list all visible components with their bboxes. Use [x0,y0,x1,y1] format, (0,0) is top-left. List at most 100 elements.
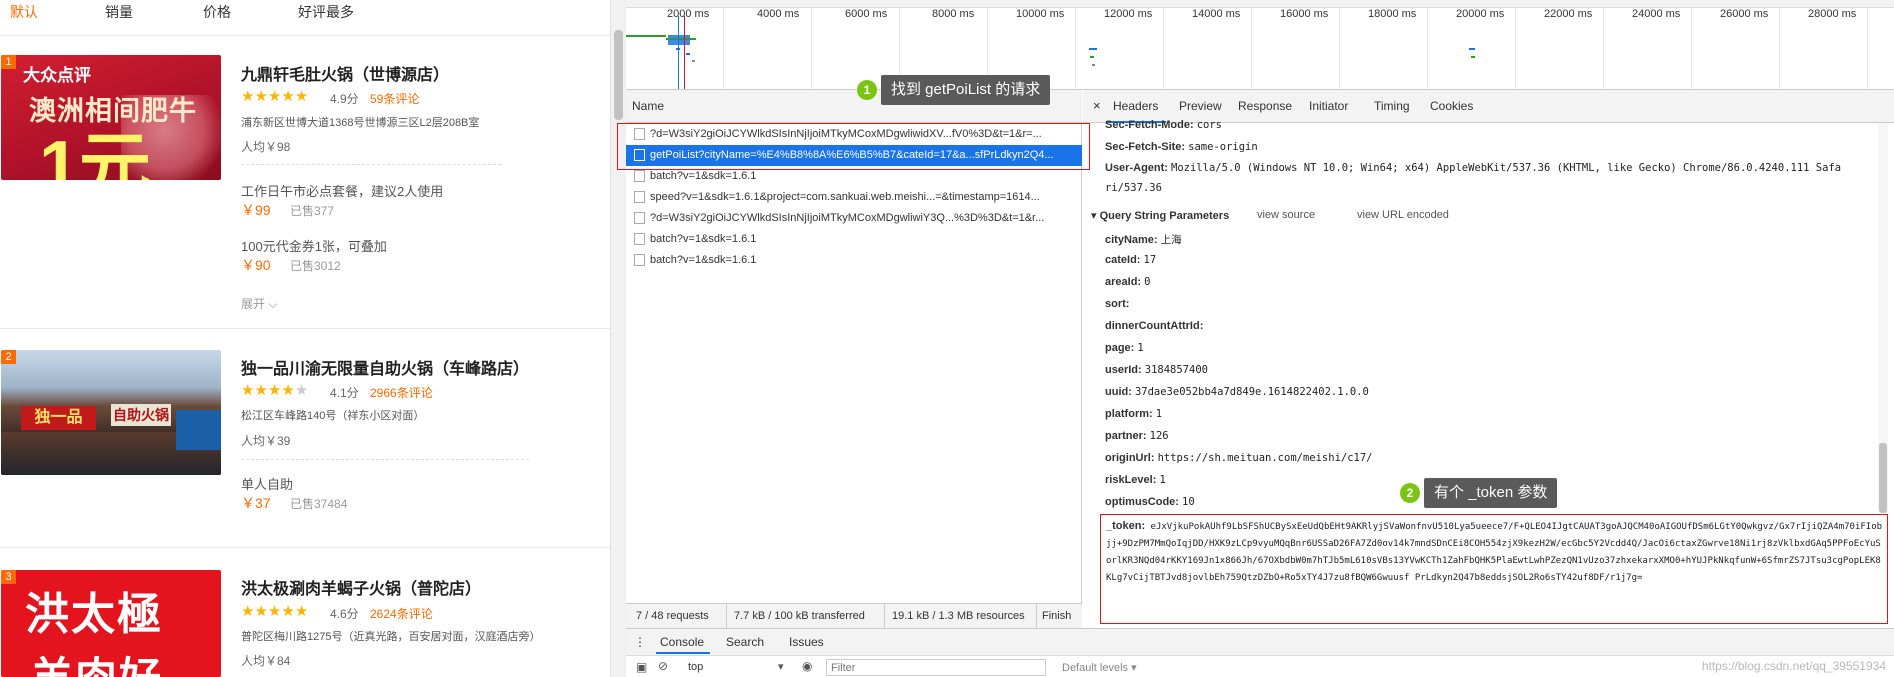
query-string-section[interactable]: ▾ Query String Parameters [1091,209,1229,222]
shop-address: 浦东新区世博大道1368号世博源三区L2层208B室 [241,117,480,129]
context-select[interactable]: top [688,661,703,673]
context-dropdown-icon[interactable]: ▾ [778,660,784,673]
thumb-headline: 洪太極 [25,590,163,639]
deal-title[interactable]: 单人自助 [241,474,293,493]
review-count[interactable]: 2624条评论 [370,605,433,622]
request-row[interactable]: batch?v=1&sdk=1.6.1 [626,229,1082,250]
watermark-text: https://blog.csdn.net/qq_39551934 [1701,659,1886,673]
status-transferred: 7.7 kB / 100 kB transferred [734,610,865,622]
param-line: areaId: 0 [1105,276,1151,288]
param-line: optimusCode: 10 [1105,496,1195,508]
devtools-panel: 2000 ms 4000 ms 6000 ms 8000 ms 10000 ms… [626,0,1894,677]
star-empty-icon: ★ [294,382,309,399]
param-line: riskLevel: 1 [1105,474,1166,486]
sidebar-toggle-icon[interactable]: ▣ [636,660,647,674]
rank-badge: 3 [1,570,16,584]
shop-thumbnail[interactable]: 2 独一品 自助火锅 [1,350,221,475]
star-icon: ★ [241,382,255,399]
sort-sales[interactable]: 销量 [105,2,133,22]
timeline-tick: 2000 ms [667,8,710,20]
shop-score: 4.9分 [330,92,359,106]
details-scrollbar[interactable] [1878,123,1888,513]
tab-preview[interactable]: Preview [1179,99,1222,113]
tab-response[interactable]: Response [1238,99,1292,113]
divider [241,459,529,460]
tab-cookies[interactable]: Cookies [1430,99,1473,113]
request-icon [634,191,645,203]
drawer-menu-icon[interactable]: ⋮ [634,635,646,649]
network-timeline[interactable]: 2000 ms 4000 ms 6000 ms 8000 ms 10000 ms… [626,8,1894,90]
view-url-encoded-link[interactable]: view URL encoded [1357,209,1449,221]
callout-token-param: 有个 _token 参数 [1424,478,1558,508]
view-source-link[interactable]: view source [1257,209,1315,221]
rating-stars: ★★★★★ [241,382,309,399]
shop-thumbnail[interactable]: 3 洪太極 羊肉好 [1,570,221,677]
shop-name[interactable]: 独一品川渝无限量自助火锅（车峰路店） [241,355,529,379]
close-icon[interactable]: × [1093,98,1101,113]
review-count[interactable]: 2966条评论 [370,384,433,401]
rating-stars: ★★★★★ [241,603,308,620]
deal-price: ￥37 [241,495,271,511]
review-count[interactable]: 59条评论 [370,90,419,107]
scroll-thumb[interactable] [614,30,623,120]
request-row[interactable]: speed?v=1&sdk=1.6.1&project=com.sankuai.… [626,187,1082,208]
shop-divider [0,547,610,548]
request-row[interactable]: ?d=W3siY2giOiJCYWlkdSIsInNjIjoiMTkyMCoxM… [626,208,1082,229]
tab-timing[interactable]: Timing [1374,99,1410,113]
tab-search[interactable]: Search [726,635,764,649]
shop-score: 4.1分 [330,386,359,400]
shop-address: 普陀区梅川路1275号（近真光路，百安居对面，汉庭酒店旁） [241,631,541,643]
avg-price: 人均￥39 [241,434,291,448]
param-line: dinnerCountAttrId: [1105,320,1204,332]
scroll-thumb[interactable] [1879,443,1887,513]
shop-thumbnail[interactable]: 1 大众点评 澳洲相间肥牛 1元抢 [1,55,221,180]
shop-name[interactable]: 九鼎轩毛肚火锅（世博源店） [241,61,449,85]
avg-price: 人均￥84 [241,654,291,668]
clear-console-icon[interactable]: ⊘ [658,659,668,673]
deal-title[interactable]: 100元代金券1张，可叠加 [241,236,387,255]
param-line: sort: [1105,298,1130,310]
console-filter-input[interactable] [826,659,1046,676]
thumb-sign: 独一品 [21,406,96,430]
timeline-tick: 16000 ms [1280,8,1329,20]
timeline-tick: 26000 ms [1720,8,1769,20]
deal-price: ￥99 [241,202,271,218]
sort-price[interactable]: 价格 [203,2,231,22]
request-name: batch?v=1&sdk=1.6.1 [650,254,757,266]
sort-rating[interactable]: 好评最多 [298,2,354,22]
sort-default[interactable]: 默认 [10,2,38,22]
header-line: Sec-Fetch-Site: same-origin [1105,141,1258,153]
timeline-tick: 14000 ms [1192,8,1241,20]
star-icon: ★ [254,88,268,105]
timeline-tick: 22000 ms [1544,8,1593,20]
eye-icon[interactable]: ◉ [802,659,812,673]
star-icon: ★ [267,603,282,620]
tab-console[interactable]: Console [660,635,704,649]
request-name: batch?v=1&sdk=1.6.1 [650,170,757,182]
tab-issues[interactable]: Issues [789,635,824,649]
log-levels-select[interactable]: Default levels ▾ [1062,661,1137,674]
param-line: cateId: 17 [1105,254,1157,266]
star-icon: ★ [267,88,282,105]
param-line: page: 1 [1105,342,1144,354]
header-line: Sec-Fetch-Mode: cors [1105,119,1222,131]
expand-deals-button[interactable]: 展开 ⌵ [241,295,277,312]
timeline-tick: 24000 ms [1632,8,1681,20]
thumb-sign: 自助火锅 [111,404,171,426]
tab-headers[interactable]: Headers [1113,99,1158,113]
active-tab-indicator [656,652,710,654]
star-icon: ★ [267,382,282,399]
deal-title[interactable]: 工作日午市必点套餐，建议2人使用 [241,181,443,200]
param-line: uuid: 37dae3e052bb4a7d849e.1614822402.1.… [1105,386,1369,398]
request-details: × Headers Preview Response Initiator Tim… [1083,90,1894,513]
shop-name[interactable]: 洪太极涮肉羊蝎子火锅（普陀店） [241,575,481,599]
tab-initiator[interactable]: Initiator [1309,99,1348,113]
status-resources: 19.1 kB / 1.3 MB resources [892,610,1025,622]
param-line: originUrl: https://sh.meituan.com/meishi… [1105,452,1373,464]
page-scrollbar[interactable] [610,0,626,677]
deal-price: ￥90 [241,257,271,273]
request-row[interactable]: batch?v=1&sdk=1.6.1 [626,250,1082,271]
request-name: batch?v=1&sdk=1.6.1 [650,233,757,245]
request-name: ?d=W3siY2giOiJCYWlkdSIsInNjIjoiMTkyMCoxM… [650,212,1045,224]
rank-badge: 1 [1,55,16,69]
